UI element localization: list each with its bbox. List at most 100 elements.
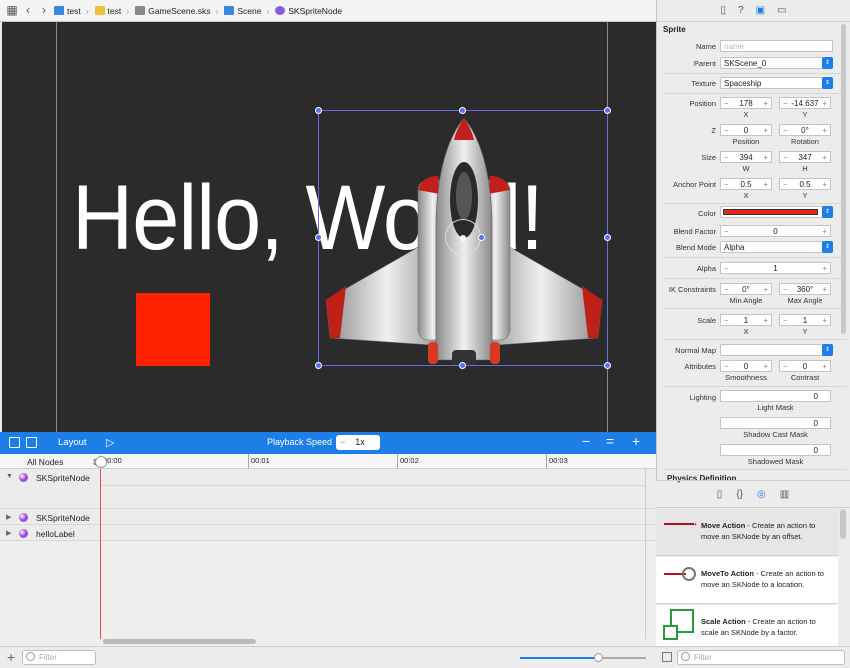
bottom-bar: + Filter — [0, 646, 656, 668]
resize-handle-br[interactable] — [604, 362, 611, 369]
inspector-panel: ▯ ? ▣ ▭ Sprite Name name Parent SKScene_… — [656, 0, 850, 483]
shadowed-mask-field[interactable]: 0 — [720, 444, 831, 456]
timeline-header: All Nodes⇕ 00:00 00:01 00:02 00:03 — [0, 454, 656, 469]
file-inspector-icon[interactable]: ▯ — [721, 5, 727, 16]
library-bottom-bar: Filter — [656, 646, 850, 668]
texture-select[interactable]: Spaceship ⇕ — [720, 77, 833, 89]
panel-toggle-icon[interactable] — [26, 437, 37, 448]
project-icon — [54, 6, 64, 15]
rotation-handle[interactable] — [478, 234, 485, 241]
playhead-handle[interactable] — [95, 456, 107, 468]
disclosure-open-icon[interactable]: ▼ — [6, 473, 13, 480]
smoothness-stepper[interactable]: −0 + — [720, 360, 772, 372]
back-icon[interactable]: ‹ — [22, 4, 34, 18]
equals-icon[interactable]: = — [606, 433, 614, 449]
timeline-row[interactable]: ▶ SKSpriteNode — [0, 509, 656, 525]
color-well[interactable]: ⇕ — [720, 206, 833, 218]
resize-handle-t[interactable] — [459, 107, 466, 114]
library-filter-input[interactable]: Filter — [677, 650, 845, 665]
timeline-filter-input[interactable]: Filter — [22, 650, 96, 665]
resize-handle-tl[interactable] — [315, 107, 322, 114]
z-position-stepper[interactable]: −0 + — [720, 124, 772, 136]
zoom-slider[interactable] — [520, 653, 646, 662]
anchor-y-stepper[interactable]: −0.5 + — [779, 178, 831, 190]
scene-canvas[interactable]: Hello, World! — [2, 22, 656, 432]
breadcrumb-node[interactable]: SKSpriteNode — [275, 6, 342, 16]
blend-mode-select[interactable]: Alpha ⇕ — [720, 241, 833, 253]
disclosure-closed-icon[interactable]: ▶ — [6, 513, 11, 521]
grid-icon[interactable]: ▦ — [6, 4, 18, 18]
media-icon[interactable]: ▭ — [777, 5, 786, 16]
library-item-scale[interactable]: Scale Action - Create an action to scale… — [656, 605, 838, 652]
inspector-scrollbar[interactable] — [841, 24, 846, 334]
breadcrumb-file[interactable]: GameScene.sks › — [135, 6, 220, 16]
library-scrollbar[interactable] — [840, 509, 846, 539]
tick-3: 00:03 — [549, 456, 568, 465]
layout-label: Layout — [58, 437, 87, 448]
resize-handle-b[interactable] — [459, 362, 466, 369]
position-x-stepper[interactable]: −178 + — [720, 97, 772, 109]
resize-handle-l[interactable] — [315, 234, 322, 241]
anchor-point[interactable] — [460, 235, 466, 241]
all-nodes-select[interactable]: All Nodes⇕ — [27, 457, 99, 468]
color-swatch — [723, 209, 818, 215]
ik-max-stepper[interactable]: −360° + — [779, 283, 831, 295]
node-icon — [19, 513, 28, 522]
code-snippet-icon[interactable]: {} — [736, 489, 743, 500]
file-icon — [135, 6, 146, 15]
library-tabs: ▯ {} ◎ ▥ — [656, 480, 850, 508]
contrast-stepper[interactable]: −0 + — [779, 360, 831, 372]
play-icon[interactable]: ▷ — [106, 436, 114, 449]
breadcrumb-project[interactable]: test › — [54, 6, 91, 16]
zoom-slider-knob[interactable] — [594, 653, 603, 662]
shadow-cast-field[interactable]: 0 — [720, 417, 831, 429]
timeline-row[interactable]: ▶ helloLabel — [0, 525, 656, 541]
normal-map-select[interactable]: ⇕ — [720, 344, 833, 356]
help-icon[interactable]: ? — [738, 5, 744, 16]
red-square-node[interactable] — [136, 293, 210, 366]
section-title: Sprite — [663, 25, 686, 34]
blend-factor-stepper[interactable]: −0 + — [720, 225, 831, 237]
plus-icon[interactable]: + — [632, 433, 640, 449]
node-icon — [19, 529, 28, 538]
object-library-icon[interactable]: ◎ — [757, 489, 766, 500]
node-icon — [275, 6, 286, 15]
attributes-inspector-icon[interactable]: ▣ — [756, 5, 765, 16]
horizontal-scrollbar[interactable] — [103, 639, 256, 644]
filter-icon — [681, 652, 690, 661]
timeline-row[interactable]: ▼ SKSpriteNode — [0, 469, 656, 509]
file-template-icon[interactable]: ▯ — [717, 489, 723, 500]
scale-x-stepper[interactable]: −1 + — [720, 314, 772, 326]
resize-handle-tr[interactable] — [604, 107, 611, 114]
breadcrumb-scene[interactable]: Scene › — [224, 6, 271, 16]
resize-handle-bl[interactable] — [315, 362, 322, 369]
scale-y-stepper[interactable]: −1 + — [779, 314, 831, 326]
anchor-x-stepper[interactable]: −0.5 + — [720, 178, 772, 190]
playhead-line — [100, 469, 101, 639]
parent-select[interactable]: SKScene_0 ⇕ — [720, 57, 833, 69]
resize-handle-r[interactable] — [604, 234, 611, 241]
forward-icon[interactable]: › — [38, 4, 50, 18]
inspector-tabs: ▯ ? ▣ ▭ — [657, 0, 850, 22]
ik-min-stepper[interactable]: −0° + — [720, 283, 772, 295]
light-mask-field[interactable]: 0 — [720, 390, 831, 402]
name-field[interactable]: name — [720, 40, 833, 52]
alpha-stepper[interactable]: −1 + — [720, 262, 831, 274]
scene-boundary-left — [56, 22, 57, 432]
disclosure-closed-icon[interactable]: ▶ — [6, 529, 11, 537]
minus-icon[interactable]: − — [582, 433, 590, 449]
sidebar-toggle-icon[interactable] — [9, 437, 20, 448]
add-icon[interactable]: + — [7, 649, 15, 665]
library-item-moveto[interactable]: MoveTo Action - Create an action to move… — [656, 557, 838, 604]
z-rotation-stepper[interactable]: −0° + — [779, 124, 831, 136]
speed-stepper[interactable]: −1x — [336, 435, 380, 450]
timeline-body: ▼ SKSpriteNode ▶ SKSpriteNode ▶ helloLab… — [0, 469, 656, 646]
media-library-icon[interactable]: ▥ — [780, 489, 789, 500]
breadcrumb-folder[interactable]: test › — [94, 6, 132, 16]
size-w-stepper[interactable]: −394 + — [720, 151, 772, 163]
position-y-stepper[interactable]: − -14.637 + — [779, 97, 831, 109]
size-h-stepper[interactable]: −347 + — [779, 151, 831, 163]
grid-view-icon[interactable] — [662, 652, 672, 662]
folder-icon — [94, 6, 105, 15]
library-item-move[interactable]: → Move Action - Create an action to move… — [656, 509, 838, 556]
